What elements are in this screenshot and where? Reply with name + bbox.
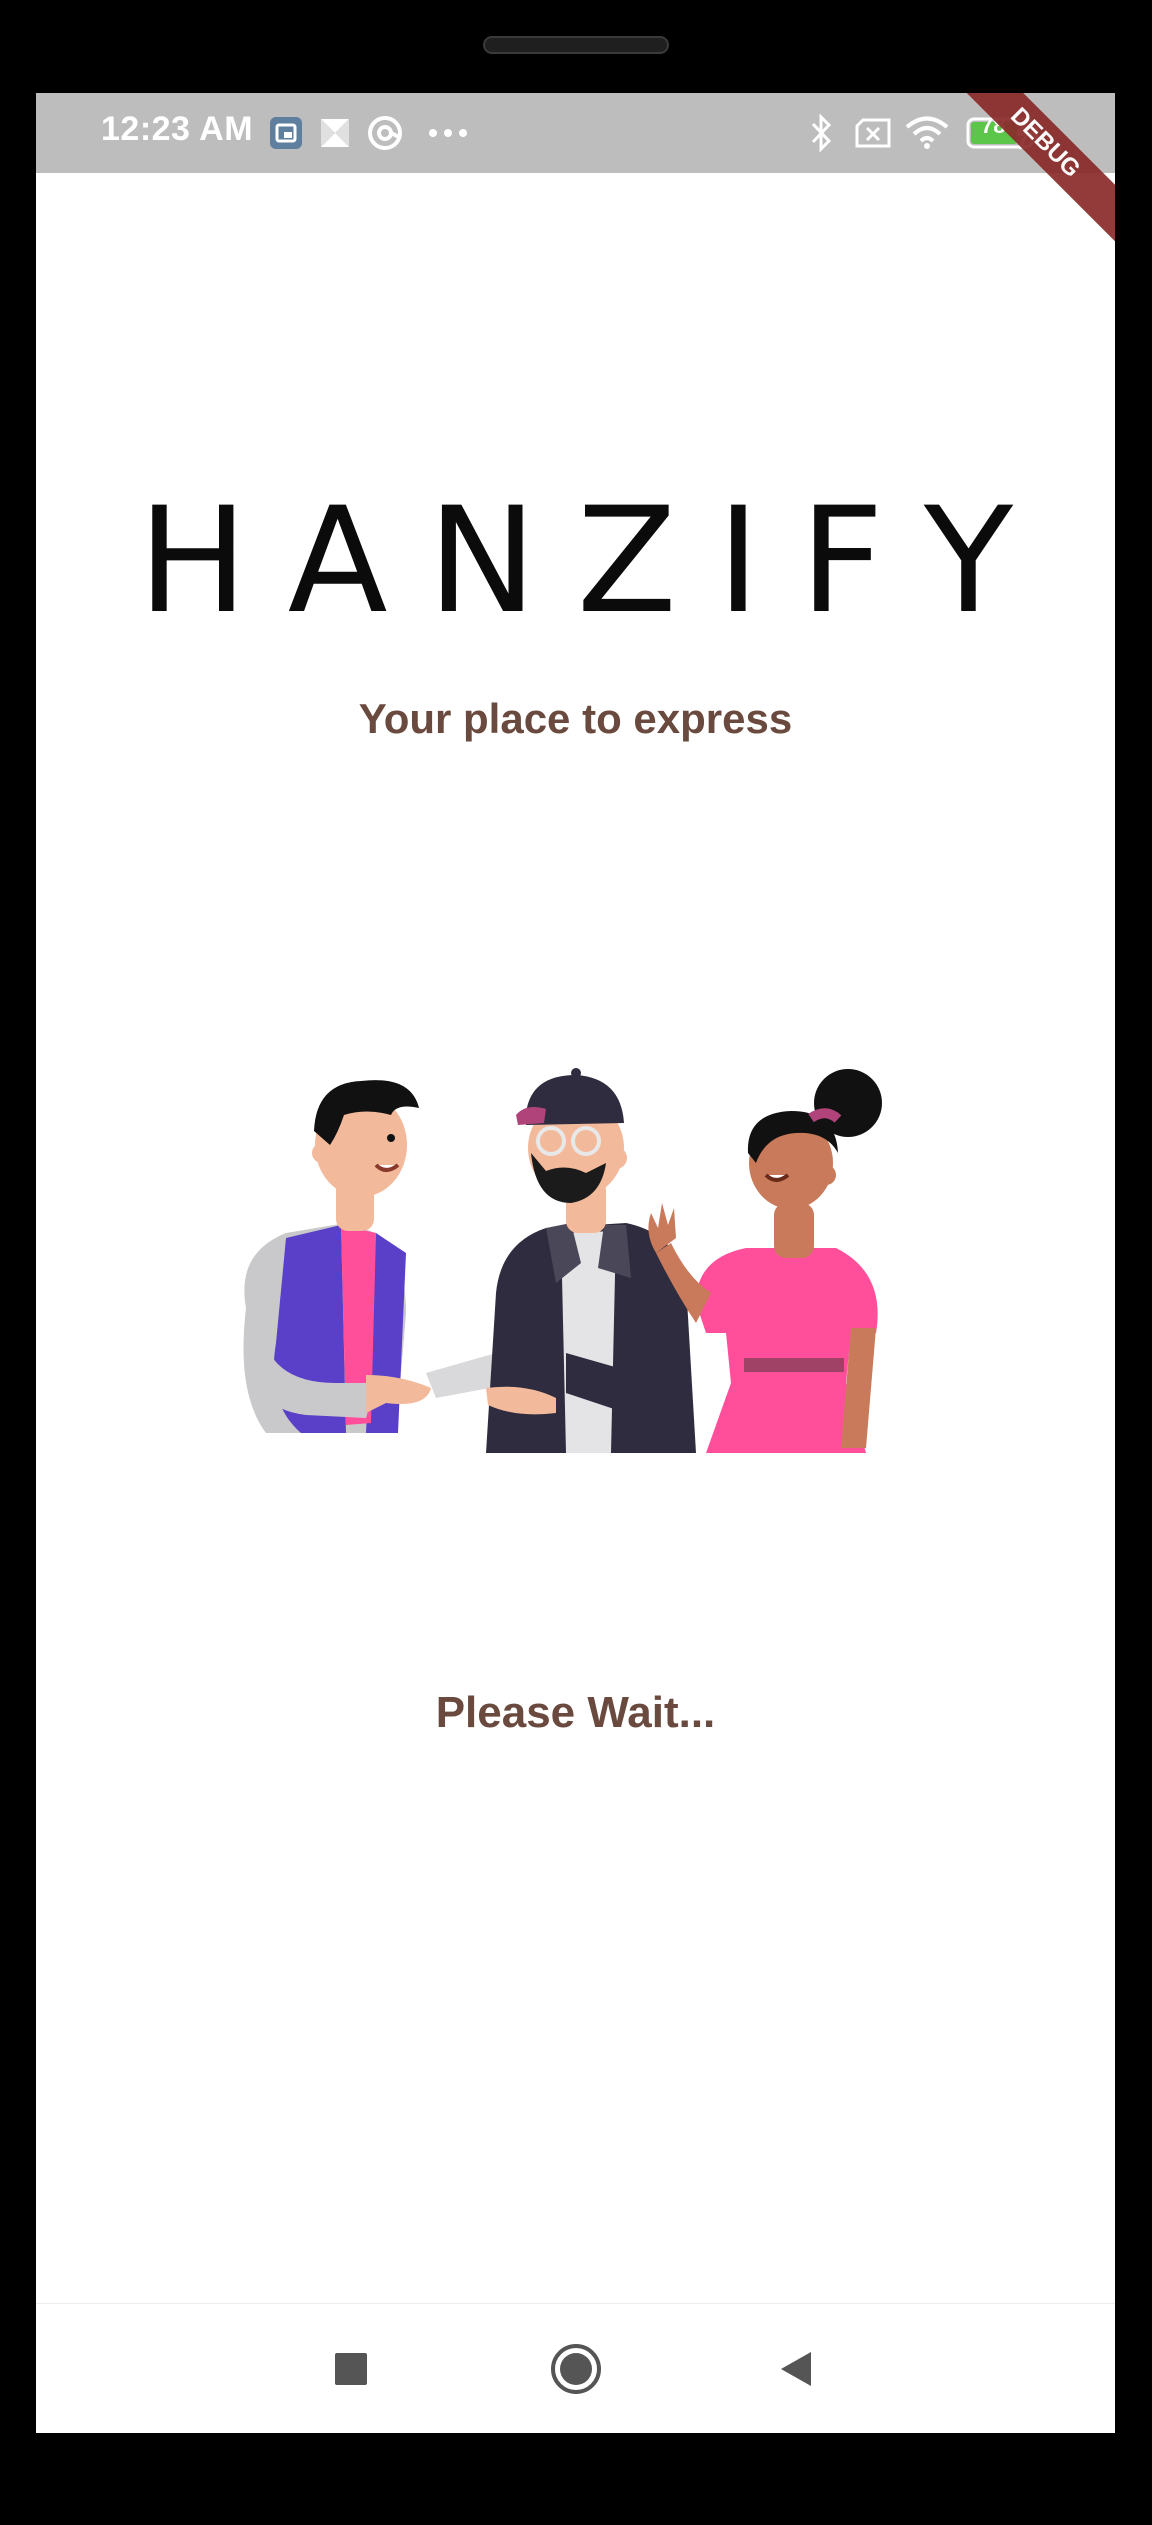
phone-frame: 12:23 AM 78 DEBUG HANZIFY Your place to … — [0, 0, 1152, 2525]
left-person — [243, 1080, 517, 1433]
system-nav-bar — [36, 2303, 1115, 2433]
back-triangle-icon — [781, 2352, 811, 2386]
bluetooth-icon — [806, 93, 836, 173]
loading-text: Please Wait... — [435, 1688, 716, 1737]
wifi-icon — [904, 93, 950, 173]
status-time: 12:23 AM — [101, 110, 254, 148]
more-dots-icon — [426, 93, 470, 173]
earpiece-speaker — [483, 36, 669, 54]
recents-square-icon — [335, 2353, 367, 2385]
gallery-notification-icon — [268, 93, 304, 173]
app-tagline: Your place to express — [358, 695, 793, 742]
back-button[interactable] — [736, 2304, 856, 2433]
sim-off-icon — [851, 93, 895, 173]
screen: 12:23 AM 78 DEBUG HANZIFY Your place to … — [36, 93, 1115, 2433]
recents-button[interactable] — [291, 2304, 411, 2433]
home-circle-icon — [551, 2344, 601, 2394]
status-bar: 12:23 AM 78 — [36, 93, 1115, 173]
app-brand-logo: HANZIFY — [137, 476, 1054, 646]
home-button[interactable] — [516, 2304, 636, 2433]
at-sign-icon — [366, 93, 404, 173]
friends-illustration — [243, 1068, 882, 1453]
pinwheel-icon — [316, 93, 354, 173]
